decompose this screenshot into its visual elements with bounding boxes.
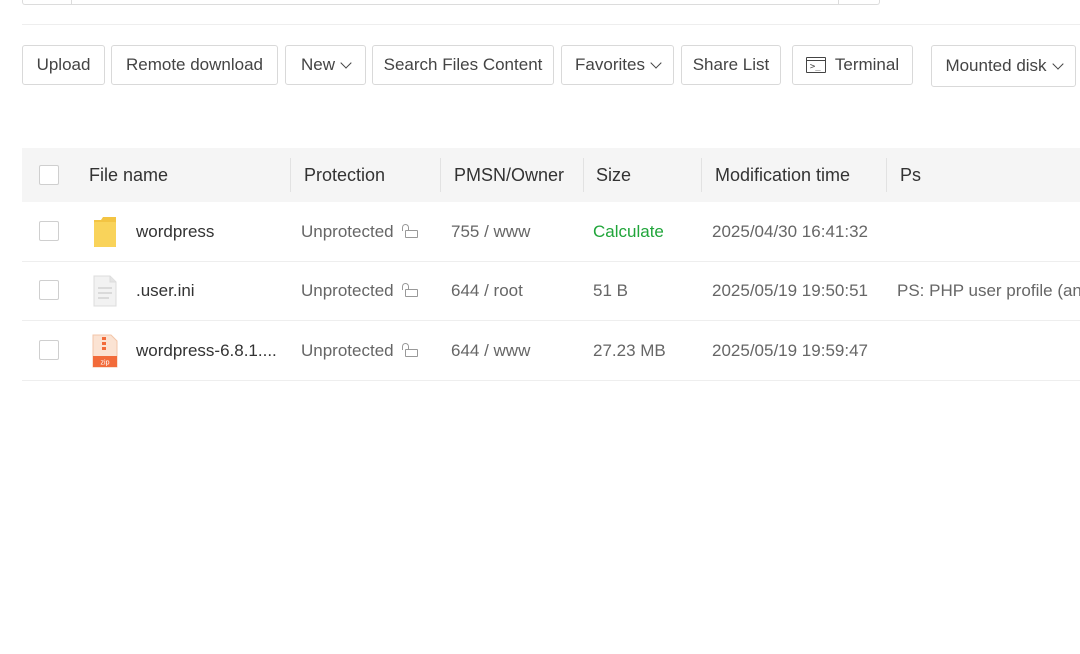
column-header-modification-time[interactable]: Modification time <box>715 148 850 202</box>
protection-cell[interactable]: Unprotected <box>301 321 418 380</box>
row-checkbox[interactable] <box>39 280 59 300</box>
protection-cell[interactable]: Unprotected <box>301 202 418 261</box>
permission-owner[interactable]: 644 / www <box>451 321 530 380</box>
file-name[interactable]: wordpress <box>136 202 214 261</box>
favorites-dropdown-button[interactable]: Favorites <box>561 45 674 85</box>
share-list-label: Share List <box>692 55 770 74</box>
new-dropdown-button[interactable]: New <box>285 45 366 85</box>
search-files-content-label: Search Files Content <box>383 55 543 74</box>
divider <box>22 24 1080 25</box>
row-checkbox[interactable] <box>39 221 59 241</box>
column-header-ps[interactable]: Ps <box>900 148 921 202</box>
terminal-icon: >_ <box>805 57 826 73</box>
column-header-size[interactable]: Size <box>596 148 631 202</box>
path-bar-divider <box>71 0 72 4</box>
chevron-down-icon <box>650 56 662 69</box>
column-header-protection[interactable]: Protection <box>304 148 385 202</box>
share-list-button[interactable]: Share List <box>681 45 781 85</box>
path-bar[interactable] <box>22 0 880 5</box>
unlock-icon <box>401 282 418 297</box>
protection-status: Unprotected <box>301 340 394 360</box>
ps-note[interactable]: PS: PHP user profile (an <box>897 261 1080 320</box>
permission-owner[interactable]: 644 / root <box>451 261 523 320</box>
folder-icon <box>94 217 116 247</box>
file-name[interactable]: wordpress-6.8.1.... <box>136 321 277 380</box>
column-divider[interactable] <box>701 158 702 192</box>
modification-time: 2025/05/19 19:50:51 <box>712 280 868 300</box>
protection-status: Unprotected <box>301 221 394 241</box>
table-row[interactable]: wordpress Unprotected 755 / www Calculat… <box>22 202 1080 262</box>
chevron-down-icon <box>1051 57 1064 70</box>
column-divider[interactable] <box>290 158 291 192</box>
protection-cell[interactable]: Unprotected <box>301 261 418 320</box>
chevron-down-icon <box>340 56 352 69</box>
terminal-button[interactable]: >_ Terminal <box>792 45 913 85</box>
column-divider[interactable] <box>583 158 584 192</box>
text-file-icon <box>93 275 117 307</box>
file-size: 27.23 MB <box>593 340 666 360</box>
search-files-content-button[interactable]: Search Files Content <box>372 45 554 85</box>
permission-owner[interactable]: 755 / www <box>451 202 530 261</box>
table-row[interactable]: zip wordpress-6.8.1.... Unprotected 644 … <box>22 321 1080 381</box>
column-header-pmsn-owner[interactable]: PMSN/Owner <box>454 148 564 202</box>
upload-button[interactable]: Upload <box>22 45 105 85</box>
upload-button-label: Upload <box>36 55 91 74</box>
select-all-checkbox[interactable] <box>39 165 59 185</box>
unlock-icon <box>401 342 418 357</box>
path-bar-divider <box>838 0 839 4</box>
column-divider[interactable] <box>440 158 441 192</box>
table-row[interactable]: .user.ini Unprotected 644 / root 51 B 20… <box>22 261 1080 321</box>
file-size: 51 B <box>593 280 628 300</box>
mounted-disk-label: Mounted disk <box>945 56 1047 75</box>
svg-text:zip: zip <box>101 360 110 367</box>
column-divider[interactable] <box>886 158 887 192</box>
modification-time: 2025/05/19 19:59:47 <box>712 340 868 360</box>
column-header-file-name[interactable]: File name <box>89 148 168 202</box>
modification-time: 2025/04/30 16:41:32 <box>712 221 868 241</box>
terminal-label: Terminal <box>834 55 900 74</box>
zip-file-icon: zip <box>92 334 118 368</box>
new-label: New <box>300 55 335 74</box>
row-checkbox[interactable] <box>39 340 59 360</box>
file-table-header: File name Protection PMSN/Owner Size Mod… <box>22 148 1080 202</box>
remote-download-button[interactable]: Remote download <box>111 45 278 85</box>
mounted-disk-dropdown-button[interactable]: Mounted disk <box>931 45 1076 87</box>
file-name[interactable]: .user.ini <box>136 261 195 320</box>
protection-status: Unprotected <box>301 280 394 300</box>
unlock-icon <box>401 223 418 238</box>
favorites-label: Favorites <box>575 55 645 74</box>
remote-download-label: Remote download <box>125 55 264 74</box>
calculate-size-link[interactable]: Calculate <box>593 202 664 261</box>
